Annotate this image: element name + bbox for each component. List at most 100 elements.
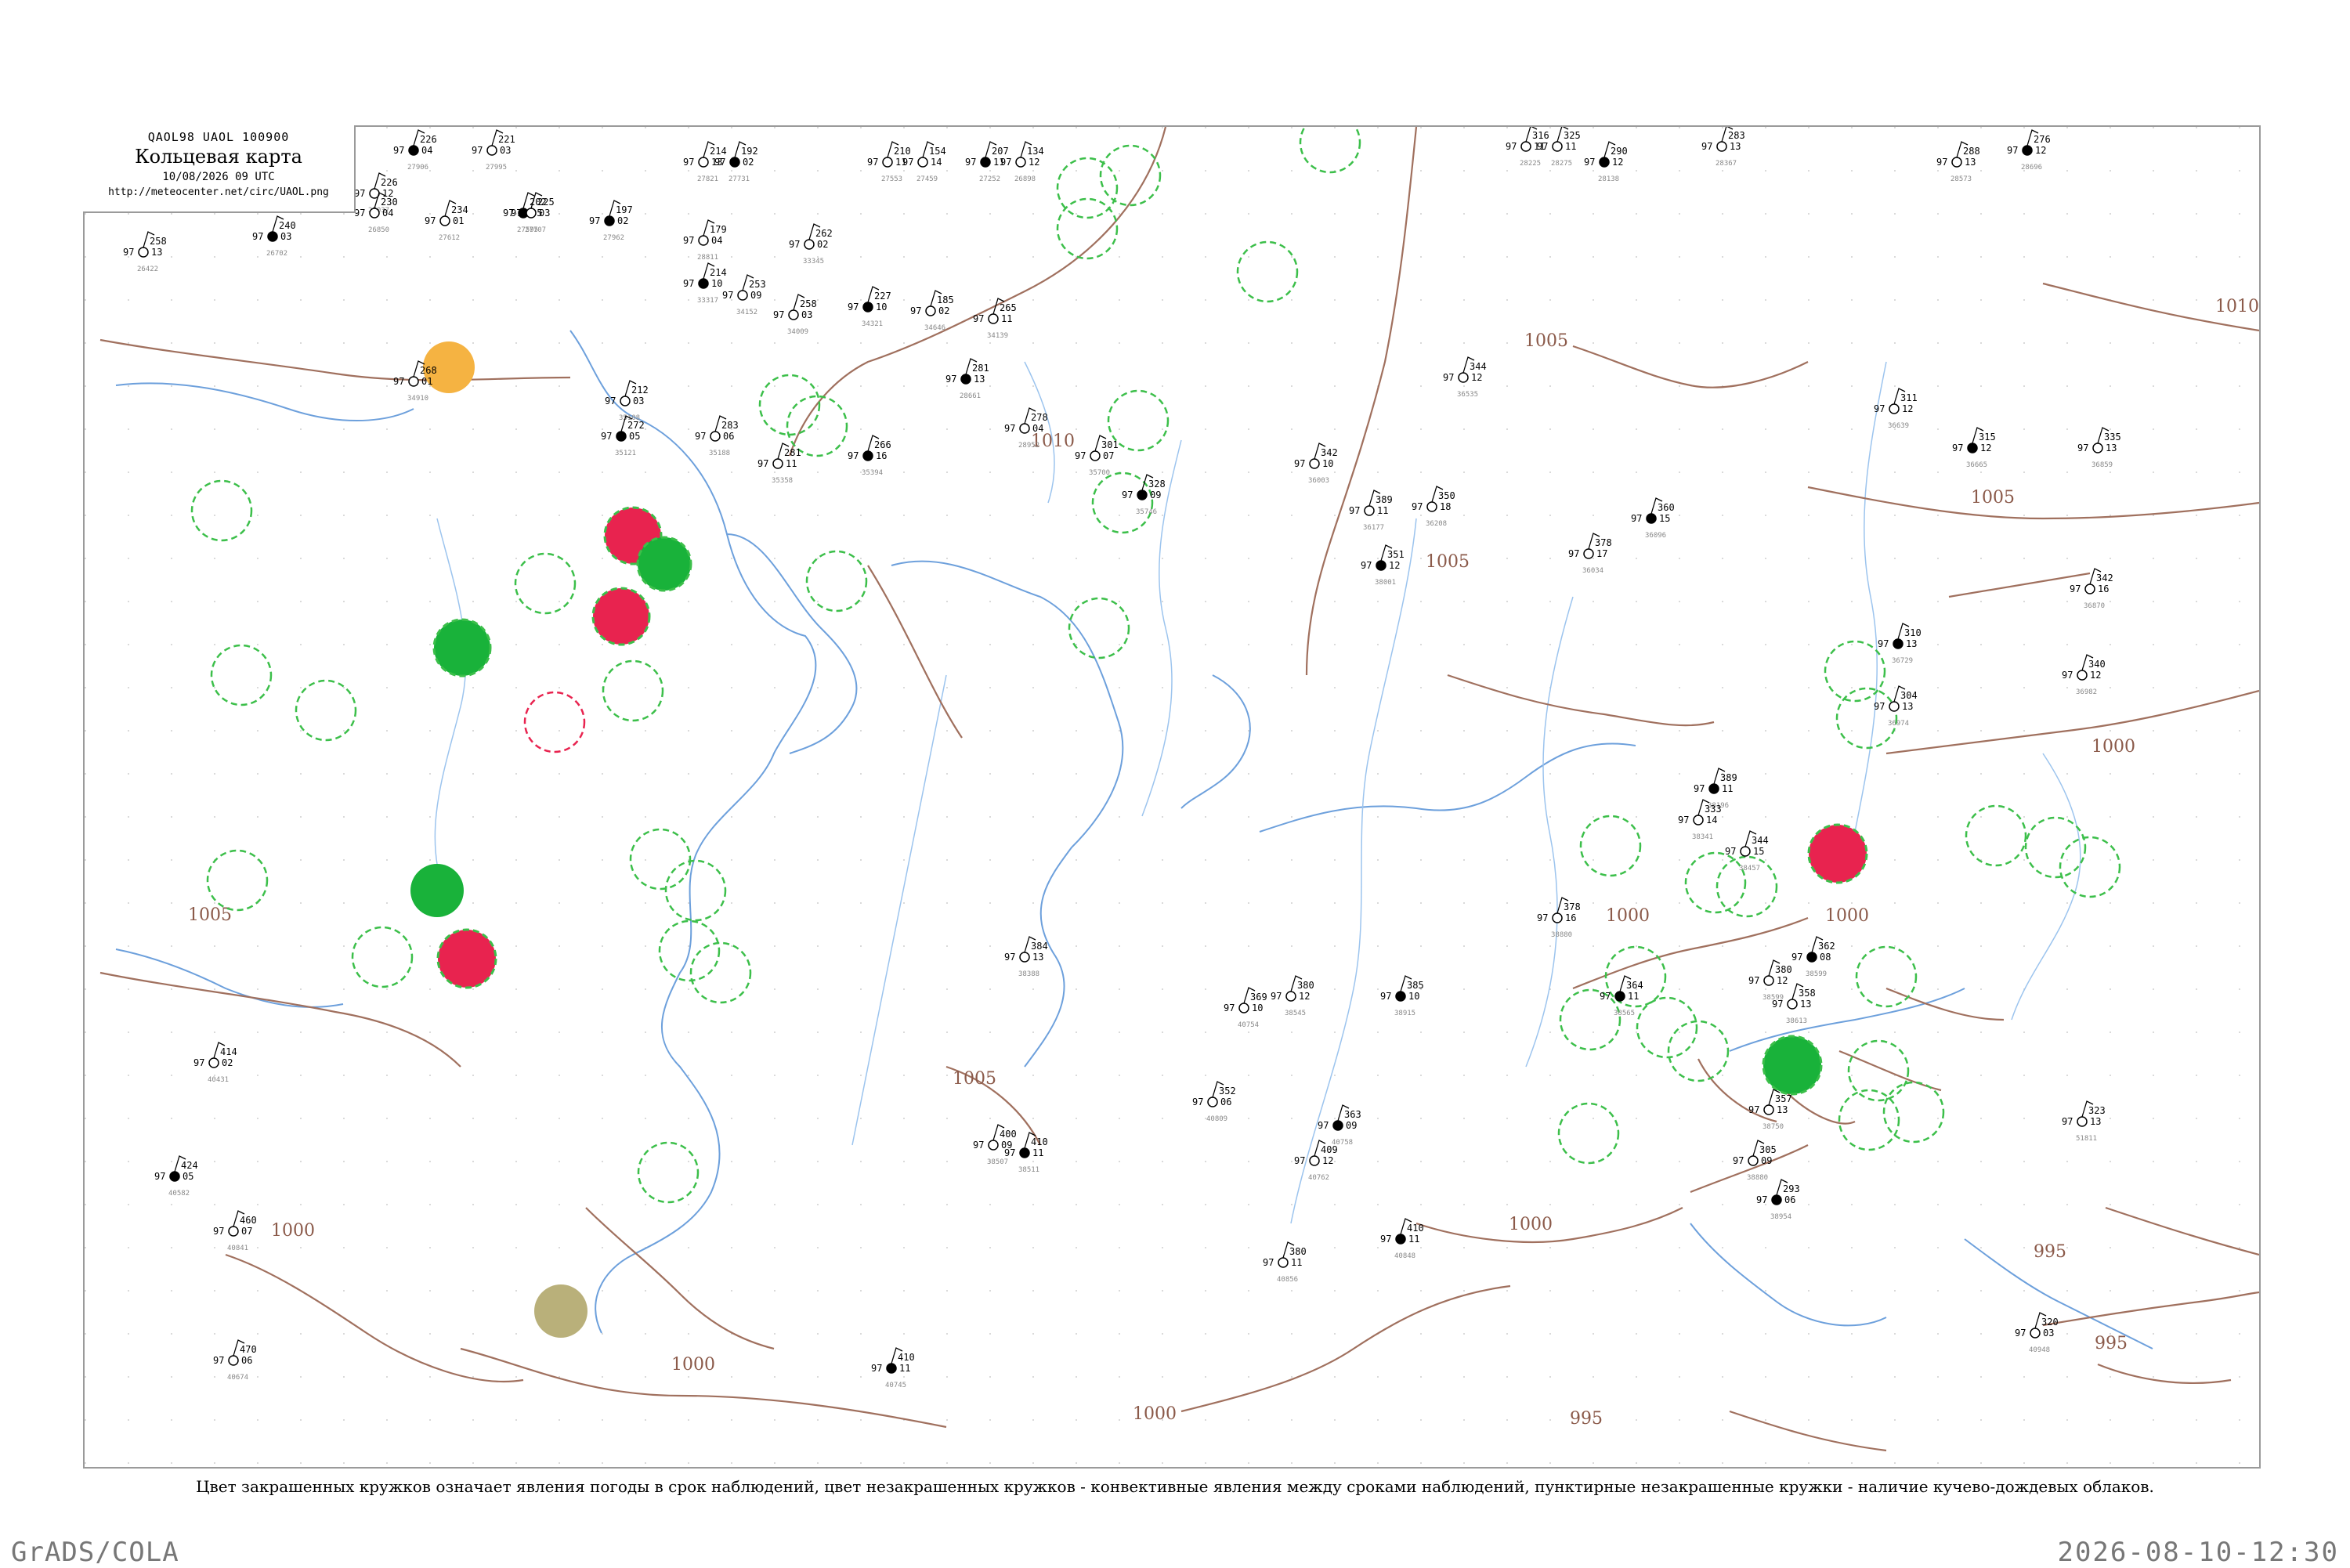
station-pressure: 305: [1759, 1144, 1777, 1155]
station-pressure: 342: [2096, 573, 2113, 583]
station-pressure: 380: [1297, 980, 1314, 991]
station-id: 40674: [227, 1374, 248, 1382]
cloud-cover-icon: [882, 157, 893, 168]
station-temperature: 97: [1568, 548, 1579, 559]
station-dewpoint: 03: [2043, 1328, 2054, 1339]
station-pressure: 265: [1000, 302, 1017, 313]
thunderstorm-circle: [1807, 823, 1868, 884]
station-temperature: 97: [2062, 670, 2073, 681]
shower-circle: [1762, 1035, 1823, 1096]
synoptic-map[interactable]: 1010 1005 1005 1005 1005 1000 1000 1000 …: [85, 127, 2259, 1467]
station-pressure: 360: [1658, 502, 1675, 513]
isobar-label: 1005: [188, 905, 232, 925]
station-id: 36974: [1888, 720, 1909, 728]
station-id: 38915: [1394, 1010, 1415, 1017]
thunderstorm-circle: [436, 928, 497, 989]
station-id: 36729: [1892, 657, 1913, 665]
station-dewpoint: 13: [151, 247, 162, 258]
station-dewpoint: 04: [382, 208, 393, 219]
station-dewpoint: 11: [1628, 991, 1639, 1002]
station-temperature: 97: [1263, 1257, 1274, 1268]
cloud-cover-icon: [1019, 952, 1030, 963]
station-pressure: 290: [1611, 146, 1628, 157]
station-dewpoint: 11: [1032, 1147, 1043, 1158]
cloud-cover-icon: [1520, 141, 1531, 152]
station-pressure: 328: [1148, 479, 1166, 490]
station-id: 36639: [1888, 422, 1909, 430]
station-id: 27906: [407, 164, 428, 172]
station-temperature: 97: [1584, 157, 1595, 168]
station-temperature: 97: [354, 188, 365, 199]
station-dewpoint: 13: [1032, 952, 1043, 963]
cloud-cover-icon: [698, 157, 709, 168]
station-temperature: 97: [902, 157, 913, 168]
station-dewpoint: 15: [1659, 513, 1670, 524]
station-pressure: 304: [1900, 690, 1918, 701]
station-id: 40431: [208, 1076, 229, 1084]
station-temperature: 97: [1075, 450, 1086, 461]
station-id: 28661: [960, 392, 981, 400]
station-temperature: 97: [1694, 783, 1705, 794]
station-id: 38511: [1018, 1166, 1039, 1174]
station-temperature: 97: [1631, 513, 1642, 524]
isobar-label: 995: [1570, 1409, 1603, 1429]
station-dewpoint: 04: [711, 235, 722, 246]
cloud-cover-icon: [772, 458, 783, 469]
station-pressure: 342: [1321, 447, 1338, 458]
station-id: 28367: [1716, 160, 1737, 168]
station-id: 27612: [439, 234, 460, 242]
cloud-cover-icon: [1893, 638, 1904, 649]
station-temperature: 97: [789, 239, 800, 250]
station-temperature: 97: [601, 431, 612, 442]
cloud-cover-icon: [1137, 490, 1148, 500]
station-pressure: 333: [1705, 804, 1722, 815]
cloud-cover-icon: [1395, 991, 1406, 1002]
station-id: 33345: [803, 258, 824, 266]
cloud-cover-icon: [2077, 1116, 2088, 1127]
station-pressure: 268: [420, 365, 437, 376]
station-temperature: 97: [2015, 1328, 2026, 1339]
station-id: 38599: [1762, 994, 1784, 1002]
station-dewpoint: 03: [633, 396, 644, 406]
station-dewpoint: 03: [539, 208, 550, 219]
station-temperature: 97: [848, 450, 859, 461]
station-pressure: 369: [1250, 992, 1267, 1003]
station-dewpoint: 06: [241, 1355, 252, 1366]
station-dewpoint: 07: [241, 1226, 252, 1237]
cloud-cover-icon: [925, 305, 936, 316]
station-temperature: 97: [1361, 560, 1372, 571]
station-pressure: 258: [150, 236, 167, 247]
station-pressure: 410: [1407, 1223, 1424, 1234]
station-temperature: 97: [773, 309, 784, 320]
station-id: 27707: [525, 226, 546, 234]
cloud-cover-icon: [1583, 548, 1594, 559]
cloud-cover-icon: [2092, 443, 2103, 453]
cloud-cover-icon: [698, 278, 709, 289]
cloud-cover-icon: [788, 309, 799, 320]
station-pressure: 389: [1376, 494, 1393, 505]
cloud-cover-icon: [1309, 1155, 1320, 1166]
cloud-cover-icon: [369, 208, 380, 219]
station-dewpoint: 02: [222, 1057, 233, 1068]
station-pressure: 179: [710, 224, 727, 235]
station-pressure: 212: [631, 385, 649, 396]
isobar-label: 1010: [2215, 297, 2259, 316]
station-id: 40809: [1206, 1115, 1227, 1123]
station-id: 38613: [1786, 1017, 1807, 1025]
station-dewpoint: 09: [1761, 1155, 1772, 1166]
station-dewpoint: 11: [1291, 1257, 1302, 1268]
station-dewpoint: 03: [500, 145, 511, 156]
source-url[interactable]: http://meteocenter.net/circ/UAOL.png: [83, 186, 354, 198]
station-temperature: 97: [848, 302, 859, 313]
footer-software: GrADS/COLA: [11, 1537, 179, 1568]
station-temperature: 97: [1537, 912, 1548, 923]
station-id: 35358: [772, 477, 793, 485]
station-dewpoint: 17: [1596, 548, 1607, 559]
cloud-cover-icon: [1309, 458, 1320, 469]
station-id: 40745: [885, 1382, 906, 1389]
station-pressure: 283: [721, 420, 739, 431]
bulletin-codes: QAOL98 UAOL 100900: [147, 130, 290, 144]
isobar-label: 1005: [953, 1069, 996, 1089]
station-temperature: 97: [213, 1226, 224, 1237]
station-pressure: 210: [894, 146, 911, 157]
